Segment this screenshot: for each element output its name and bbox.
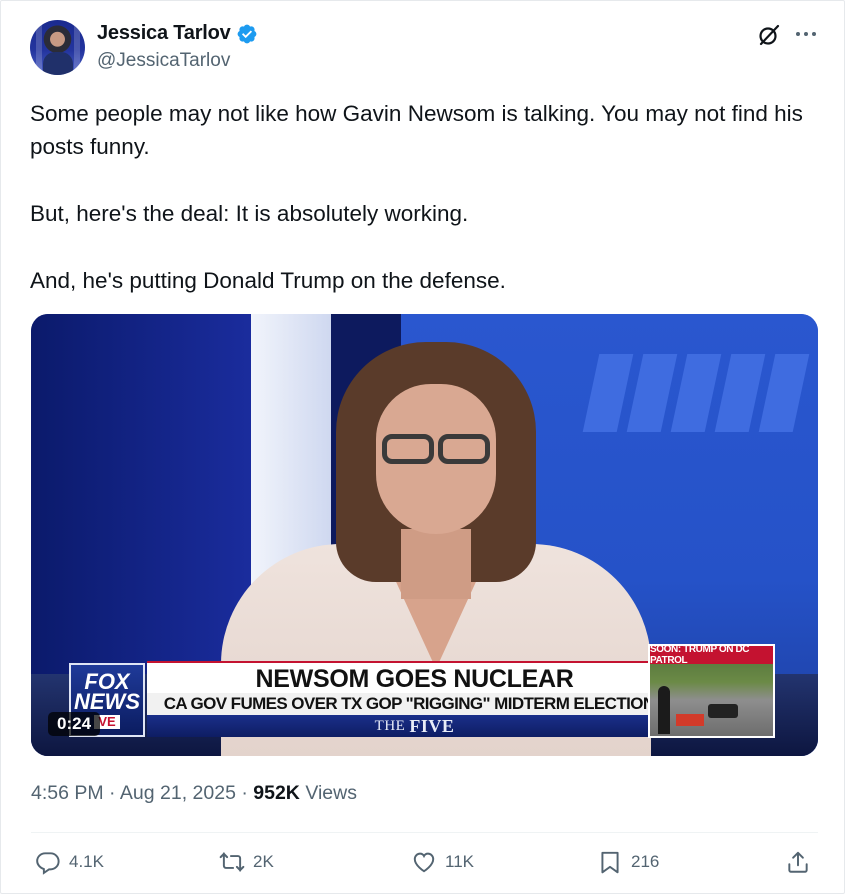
reply-button[interactable]: 4.1K — [35, 849, 104, 875]
inset-label: SOON: TRUMP ON DC PATROL — [650, 644, 773, 666]
post-time[interactable]: 4:56 PM — [31, 782, 104, 804]
news-lower-third: FOX NEWS VE NEWSOM GOES NUCLEAR CA GOV F… — [69, 661, 682, 737]
avatar-background — [36, 20, 42, 75]
presenter — [401, 529, 471, 599]
grok-icon[interactable] — [757, 23, 781, 47]
avatar-background — [74, 20, 80, 75]
inset-video: SOON: TRUMP ON DC PATROL — [648, 644, 775, 738]
repost-count: 2K — [253, 852, 274, 871]
like-icon — [413, 852, 435, 873]
chyron-headline: NEWSOM GOES NUCLEAR — [147, 661, 682, 695]
post-metadata: 4:56 PM · Aug 21, 2025 · 952K Views — [31, 782, 357, 804]
verified-badge-icon — [237, 24, 256, 43]
post-paragraph: Some people may not like how Gavin Newso… — [30, 101, 803, 159]
avatar[interactable] — [30, 20, 85, 75]
video-duration: 0:24 — [48, 712, 101, 736]
avatar-figure — [43, 52, 73, 75]
views-label: Views — [305, 782, 357, 804]
show-name-bar: THE FIVE — [147, 715, 682, 737]
video-player[interactable]: FOX NEWS VE NEWSOM GOES NUCLEAR CA GOV F… — [31, 314, 818, 756]
reply-icon — [36, 852, 60, 875]
post-card: Jessica Tarlov @JessicaTarlov Some peopl… — [0, 0, 845, 894]
post-paragraph: And, he's putting Donald Trump on the de… — [30, 268, 506, 293]
action-bar: 4.1K 2K 11K 216 — [31, 849, 818, 885]
repost-button[interactable]: 2K — [219, 849, 274, 875]
reply-count: 4.1K — [69, 852, 104, 871]
like-count: 11K — [445, 852, 474, 871]
author-display-name[interactable]: Jessica Tarlov — [97, 22, 231, 45]
views-count: 952K — [253, 782, 300, 804]
post-paragraph: But, here's the deal: It is absolutely w… — [30, 201, 469, 226]
repost-icon — [219, 852, 245, 872]
share-button[interactable] — [785, 849, 811, 875]
studio-background — [582, 354, 818, 434]
author-handle[interactable]: @JessicaTarlov — [97, 50, 230, 72]
post-text: Some people may not like how Gavin Newso… — [30, 97, 820, 297]
presenter — [376, 434, 496, 464]
bookmark-icon — [601, 851, 619, 874]
bookmark-button[interactable]: 216 — [597, 849, 659, 875]
post-date[interactable]: Aug 21, 2025 — [120, 782, 236, 804]
author-name-row: Jessica Tarlov — [97, 22, 258, 45]
chyron-subheadline: CA GOV FUMES OVER TX GOP "RIGGING" MIDTE… — [147, 693, 682, 715]
more-icon[interactable] — [795, 29, 817, 39]
like-button[interactable]: 11K — [411, 849, 474, 875]
share-icon — [788, 851, 808, 873]
bookmark-count: 216 — [631, 852, 660, 871]
divider — [31, 832, 818, 833]
